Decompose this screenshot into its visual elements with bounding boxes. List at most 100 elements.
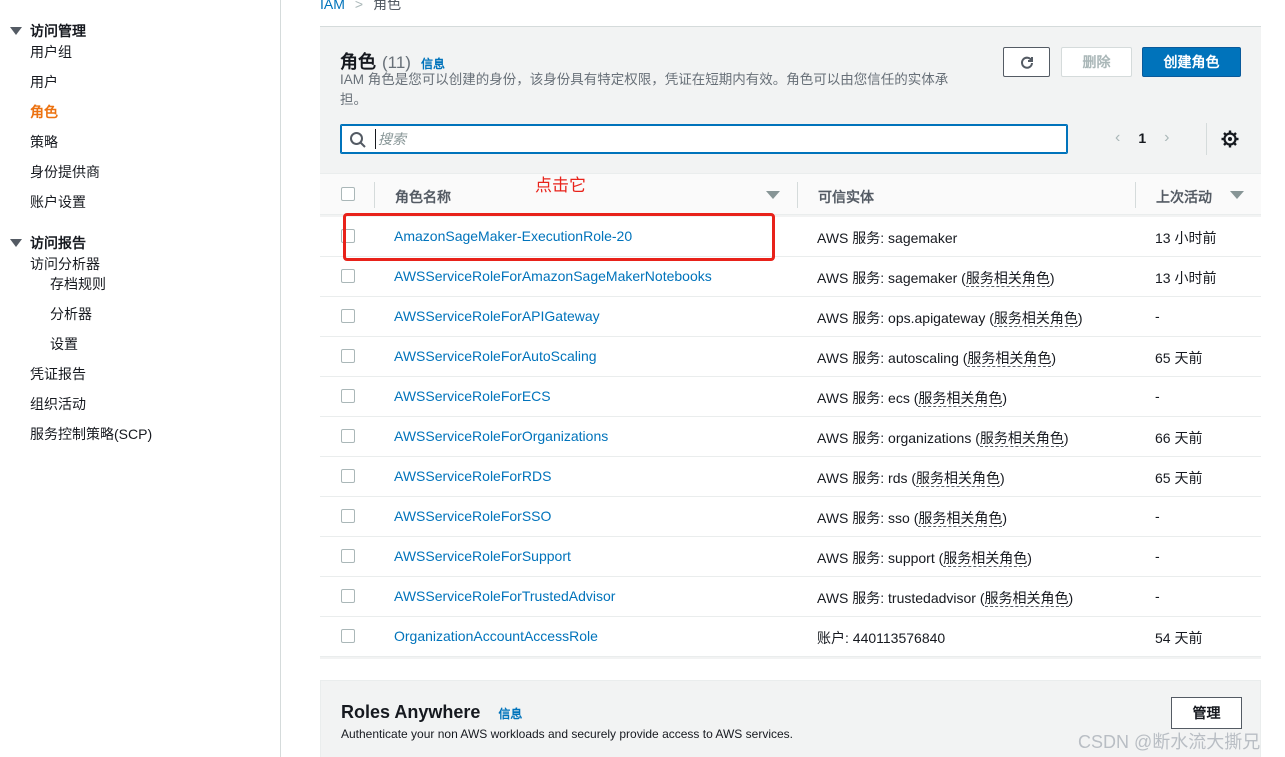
service-linked-role-tag[interactable]: 服务相关角色 [984,590,1069,607]
trusted-entity-text: AWS 服务: trustedadvisor ( [817,590,985,606]
search-input[interactable] [375,129,1055,149]
page-number[interactable]: 1 [1138,130,1146,146]
trusted-entity-text: AWS 服务: autoscaling ( [817,350,968,366]
column-header-role-name[interactable]: 角色名称 [395,187,451,207]
roles-anywhere-info-link[interactable]: 信息 [498,705,522,722]
role-name-link[interactable]: AWSServiceRoleForOrganizations [394,428,608,444]
service-linked-role-tag[interactable]: 服务相关角色 [967,350,1052,367]
row-checkbox[interactable] [341,589,355,603]
service-linked-role-tag[interactable]: 服务相关角色 [993,310,1078,327]
row-checkbox[interactable] [341,309,355,323]
nav-item-access-analyzer[interactable]: 访问分析器 [30,254,100,274]
table-row: AWSServiceRoleForRDS AWS 服务: rds (服务相关角色… [320,457,1261,497]
column-divider [1135,182,1136,208]
breadcrumb-current: 角色 [373,0,402,12]
nav-item-organization-activity[interactable]: 组织活动 [30,394,86,414]
service-linked-role-tag[interactable]: 服务相关角色 [943,550,1028,567]
previous-page-icon[interactable]: ‹ [1115,129,1120,147]
column-header-last-activity[interactable]: 上次活动 [1156,187,1212,207]
table-row: AWSServiceRoleForAmazonSageMakerNotebook… [320,257,1261,297]
last-activity: 66 天前 [1155,430,1203,446]
row-checkbox[interactable] [341,469,355,483]
roles-panel-header: 角色 (11) 信息 IAM 角色是您可以创建的身份，该身份具有特定权限，凭证在… [320,27,1261,173]
last-activity: 13 小时前 [1155,230,1217,246]
roles-anywhere-title: Roles Anywhere 信息 [341,702,522,723]
service-linked-role-tag[interactable]: 服务相关角色 [918,390,1003,407]
service-linked-role-tag[interactable]: 服务相关角色 [979,430,1064,447]
nav-item-scp[interactable]: 服务控制策略(SCP) [30,424,152,444]
service-linked-role-tag[interactable]: 服务相关角色 [965,270,1050,287]
trusted-entity-text: AWS 服务: sso ( [817,510,919,526]
trusted-entity: AWS 服务: ecs (服务相关角色) [817,390,1008,407]
nav-section-access-management[interactable]: 访问管理 [10,21,86,41]
last-activity: 54 天前 [1155,630,1203,646]
row-checkbox[interactable] [341,429,355,443]
row-checkbox[interactable] [341,389,355,403]
breadcrumb: IAM > 角色 [320,0,401,14]
role-name-link[interactable]: OrganizationAccountAccessRole [394,628,598,644]
search-icon [350,132,366,148]
table-row: AmazonSageMaker-ExecutionRole-20 AWS 服务:… [320,217,1261,257]
role-name-link[interactable]: AWSServiceRoleForSSO [394,508,551,524]
column-header-trusted-entities[interactable]: 可信实体 [818,187,874,207]
trusted-entity-text: AWS 服务: ops.apigateway ( [817,310,994,326]
caret-down-icon [10,27,22,35]
roles-table-body: AmazonSageMaker-ExecutionRole-20 AWS 服务:… [320,217,1261,657]
nav-item-analyzer-settings[interactable]: 设置 [50,334,78,354]
trusted-entity: AWS 服务: ops.apigateway (服务相关角色) [817,310,1083,327]
breadcrumb-separator: > [354,0,364,12]
nav-item-users[interactable]: 用户 [30,72,58,92]
role-name-link[interactable]: AmazonSageMaker-ExecutionRole-20 [394,228,632,244]
role-name-link[interactable]: AWSServiceRoleForTrustedAdvisor [394,588,615,604]
sort-caret-down-icon[interactable] [1230,191,1244,199]
nav-item-archive-rules[interactable]: 存档规则 [50,274,106,294]
nav-item-roles[interactable]: 角色 [30,102,58,122]
manage-button[interactable]: 管理 [1171,697,1242,729]
last-activity: - [1155,588,1160,604]
row-checkbox[interactable] [341,549,355,563]
row-checkbox[interactable] [341,629,355,643]
role-name-link[interactable]: AWSServiceRoleForAmazonSageMakerNotebook… [394,268,712,284]
trusted-entity-text: AWS 服务: ecs ( [817,390,919,406]
row-checkbox[interactable] [341,349,355,363]
last-activity: 65 天前 [1155,470,1203,486]
delete-button[interactable]: 删除 [1061,47,1132,77]
nav-item-credential-report[interactable]: 凭证报告 [30,364,86,384]
nav-section-access-reports[interactable]: 访问报告 [10,233,86,253]
nav-item-account-settings[interactable]: 账户设置 [30,192,86,212]
pager-divider [1206,123,1207,155]
nav-item-user-groups[interactable]: 用户组 [30,42,72,62]
role-name-link[interactable]: AWSServiceRoleForSupport [394,548,571,564]
table-header: 角色名称 可信实体 上次活动 [320,173,1261,215]
roles-anywhere-description: Authenticate your non AWS workloads and … [341,727,793,741]
role-name-link[interactable]: AWSServiceRoleForECS [394,388,551,404]
watermark: CSDN @断水流大撕兄 [1078,732,1261,752]
caret-down-icon [10,239,22,247]
refresh-icon [1020,56,1033,69]
sort-caret-down-icon[interactable] [766,191,780,199]
refresh-button[interactable] [1003,47,1050,77]
breadcrumb-iam-link[interactable]: IAM [320,0,345,12]
row-checkbox[interactable] [341,269,355,283]
service-linked-role-tag[interactable]: 服务相关角色 [918,510,1003,527]
last-activity: - [1155,508,1160,524]
search-box [340,124,1068,154]
row-checkbox[interactable] [341,229,355,243]
create-role-button[interactable]: 创建角色 [1142,47,1241,77]
roles-anywhere-title-text: Roles Anywhere [341,702,481,722]
table-row: AWSServiceRoleForECS AWS 服务: ecs (服务相关角色… [320,377,1261,417]
role-name-link[interactable]: AWSServiceRoleForAPIGateway [394,308,600,324]
nav-item-policies[interactable]: 策略 [30,132,58,152]
next-page-icon[interactable]: › [1164,129,1169,147]
nav-item-identity-providers[interactable]: 身份提供商 [30,162,100,182]
table-row: AWSServiceRoleForSSO AWS 服务: sso (服务相关角色… [320,497,1261,537]
role-name-link[interactable]: AWSServiceRoleForRDS [394,468,551,484]
select-all-checkbox[interactable] [341,187,355,201]
role-name-link[interactable]: AWSServiceRoleForAutoScaling [394,348,597,364]
table-row: AWSServiceRoleForAPIGateway AWS 服务: ops.… [320,297,1261,337]
service-linked-role-tag[interactable]: 服务相关角色 [916,470,1001,487]
last-activity: 65 天前 [1155,350,1203,366]
nav-item-analyzers[interactable]: 分析器 [50,304,92,324]
row-checkbox[interactable] [341,509,355,523]
gear-icon[interactable] [1221,130,1239,148]
